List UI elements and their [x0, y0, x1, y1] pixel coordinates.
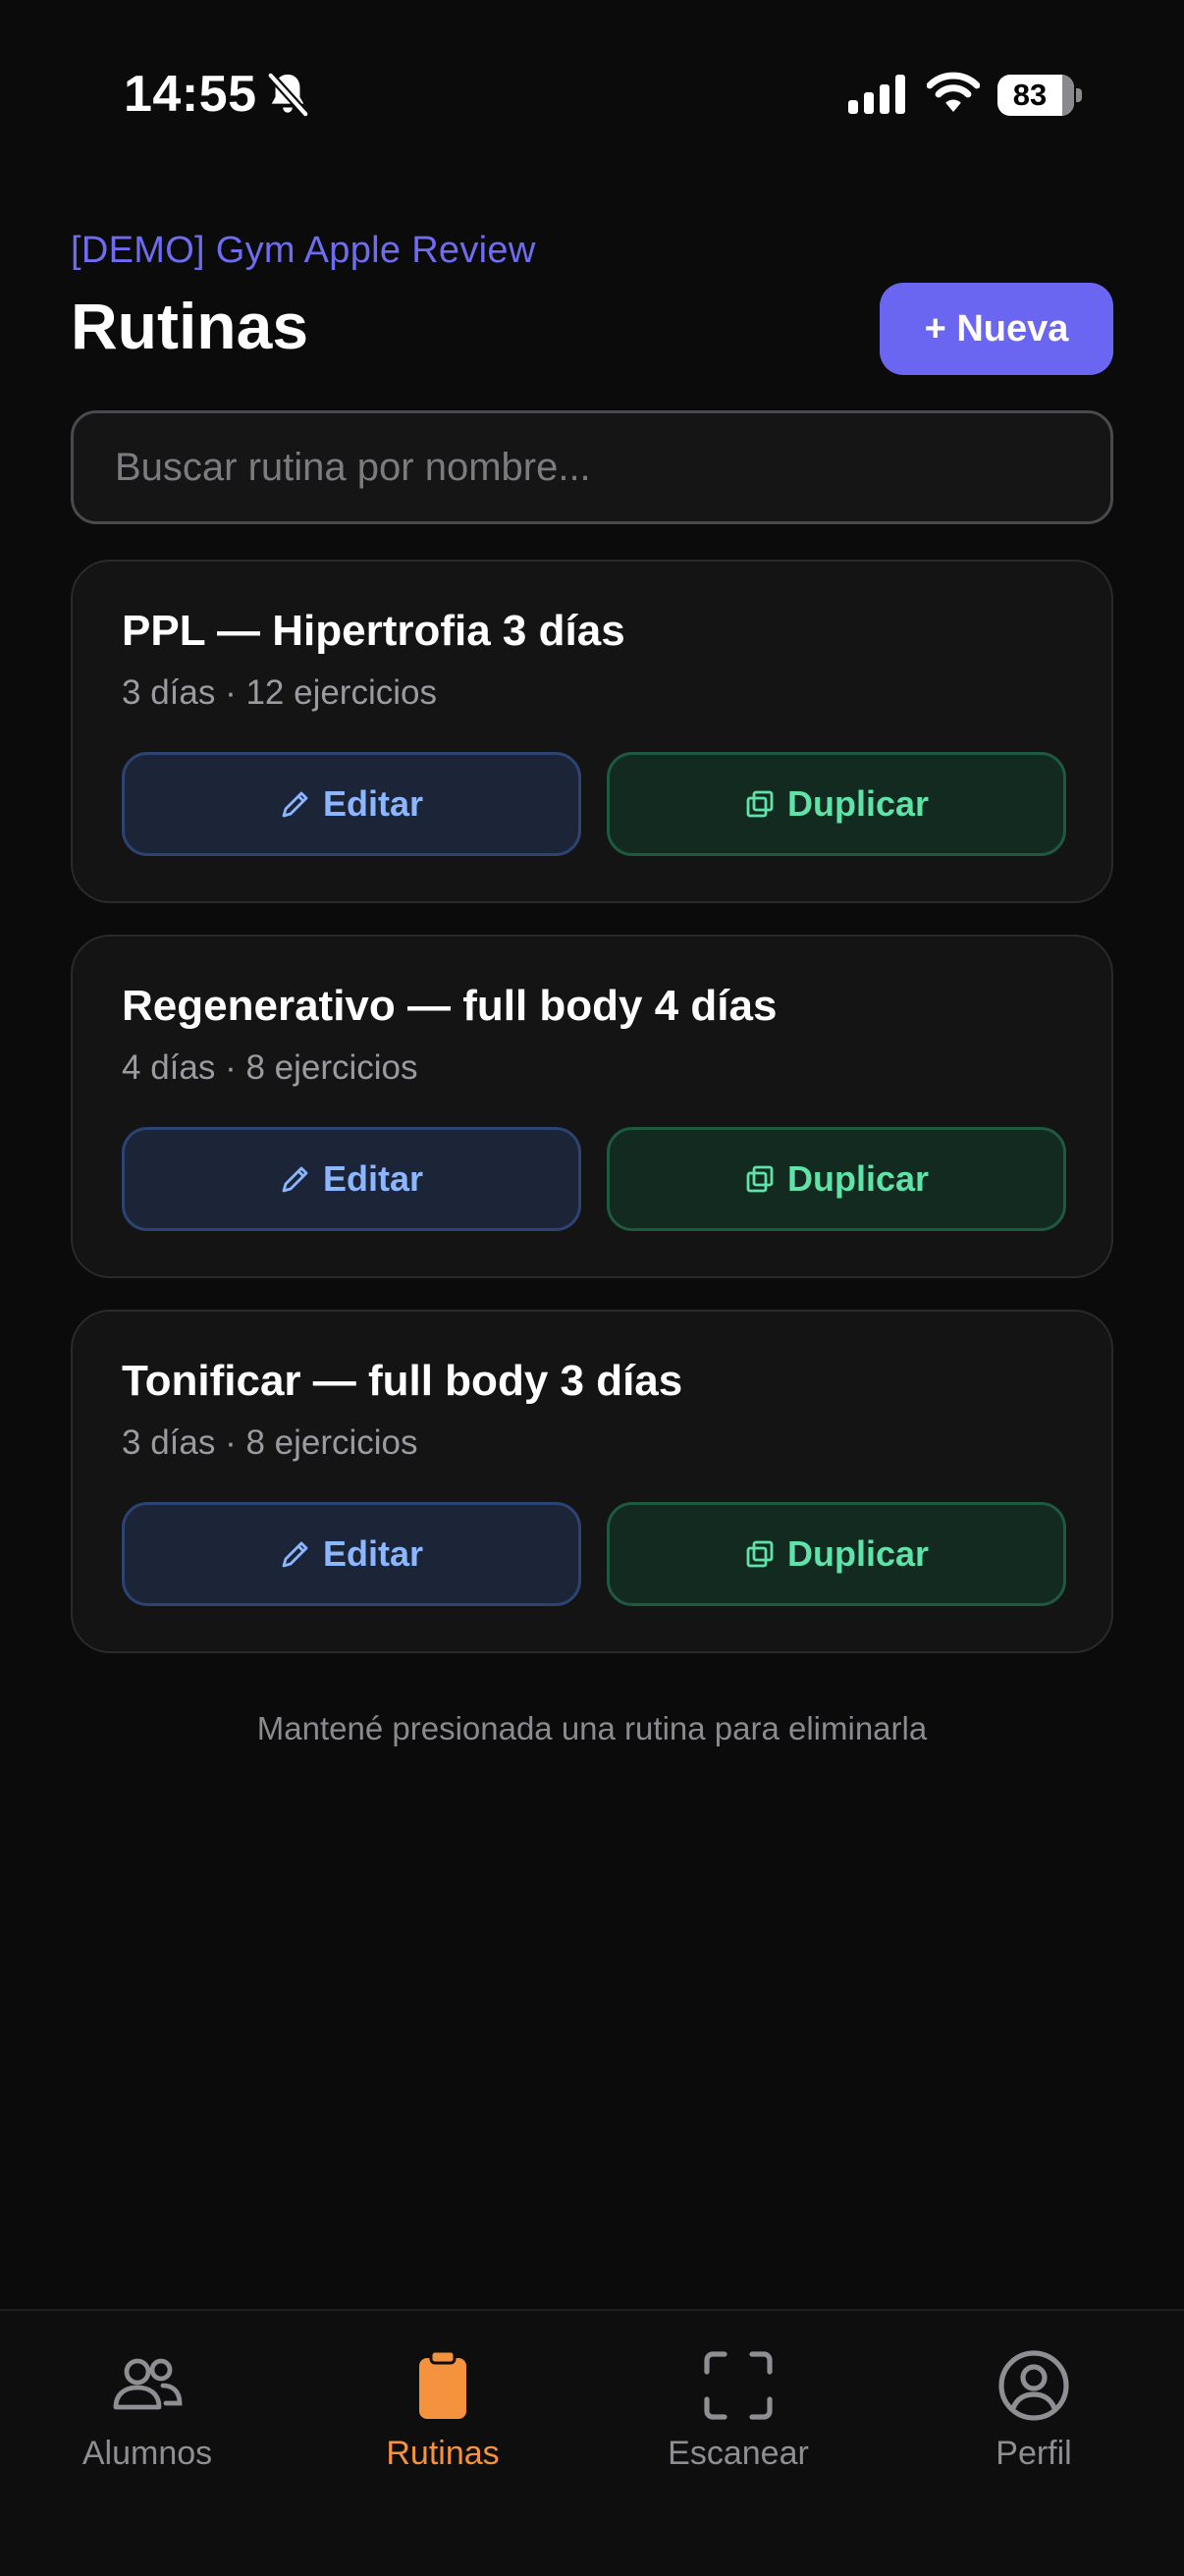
tab-bar: Alumnos Rutinas Escanear Perfil — [0, 2309, 1184, 2576]
tab-label: Rutinas — [386, 2435, 500, 2472]
pencil-icon — [282, 1166, 308, 1193]
routine-meta: 3 días · 12 ejercicios — [122, 673, 437, 712]
signal-icon — [848, 75, 905, 114]
duplicate-button[interactable]: Duplicar — [607, 752, 1066, 856]
tab-perfil[interactable]: Perfil — [887, 2348, 1181, 2486]
duplicate-label: Duplicar — [786, 1533, 930, 1574]
status-time: 14:55 — [124, 66, 257, 123]
duplicate-button[interactable]: Duplicar — [607, 1502, 1066, 1606]
delete-hint: Mantené presionada una rutina para elimi… — [256, 1710, 928, 1746]
copy-icon — [746, 790, 774, 818]
copy-icon — [746, 1165, 774, 1193]
users-icon — [113, 2358, 183, 2410]
search-input[interactable] — [74, 413, 1110, 521]
edit-button[interactable]: Editar — [122, 1127, 581, 1231]
edit-label: Editar — [322, 1158, 424, 1199]
edit-button[interactable]: Editar — [122, 1502, 581, 1606]
duplicate-label: Duplicar — [786, 1158, 930, 1199]
new-routine-button[interactable]: + Nueva — [880, 283, 1113, 375]
edit-label: Editar — [322, 783, 424, 824]
tab-label: Alumnos — [81, 2435, 213, 2472]
gym-name: [DEMO] Gym Apple Review — [71, 230, 536, 271]
copy-icon — [746, 1540, 774, 1568]
tab-label: Escanear — [668, 2435, 809, 2472]
tab-rutinas[interactable]: Rutinas — [296, 2348, 590, 2486]
scan-icon — [704, 2351, 773, 2420]
routine-title: Tonificar — full body 3 días — [122, 1357, 683, 1405]
status-bar: 14:55 83 — [0, 0, 1184, 196]
tab-alumnos[interactable]: Alumnos — [0, 2348, 295, 2486]
pencil-icon — [282, 1541, 308, 1568]
duplicate-button[interactable]: Duplicar — [607, 1127, 1066, 1231]
routine-card[interactable]: Tonificar — full body 3 días 3 días · 8 … — [71, 1310, 1113, 1653]
search-box — [71, 410, 1113, 524]
profile-icon — [998, 2350, 1069, 2421]
tab-label: Perfil — [996, 2435, 1072, 2472]
pencil-icon — [282, 791, 308, 818]
routine-meta: 3 días · 8 ejercicios — [122, 1423, 418, 1462]
bell-muted-icon — [266, 71, 310, 119]
routine-card[interactable]: PPL — Hipertrofia 3 días 3 días · 12 eje… — [71, 560, 1113, 903]
routine-title: PPL — Hipertrofia 3 días — [122, 607, 625, 655]
tab-escanear[interactable]: Escanear — [591, 2348, 886, 2486]
wifi-icon — [927, 72, 980, 112]
duplicate-label: Duplicar — [786, 783, 930, 824]
battery-level: 83 — [1012, 78, 1048, 112]
battery-icon: 83 — [997, 75, 1082, 116]
edit-label: Editar — [322, 1533, 424, 1574]
page-title: Rutinas — [71, 290, 309, 362]
routine-meta: 4 días · 8 ejercicios — [122, 1048, 418, 1087]
routine-card[interactable]: Regenerativo — full body 4 días 4 días ·… — [71, 935, 1113, 1278]
clipboard-icon — [419, 2349, 466, 2419]
edit-button[interactable]: Editar — [122, 752, 581, 856]
routine-title: Regenerativo — full body 4 días — [122, 982, 778, 1030]
